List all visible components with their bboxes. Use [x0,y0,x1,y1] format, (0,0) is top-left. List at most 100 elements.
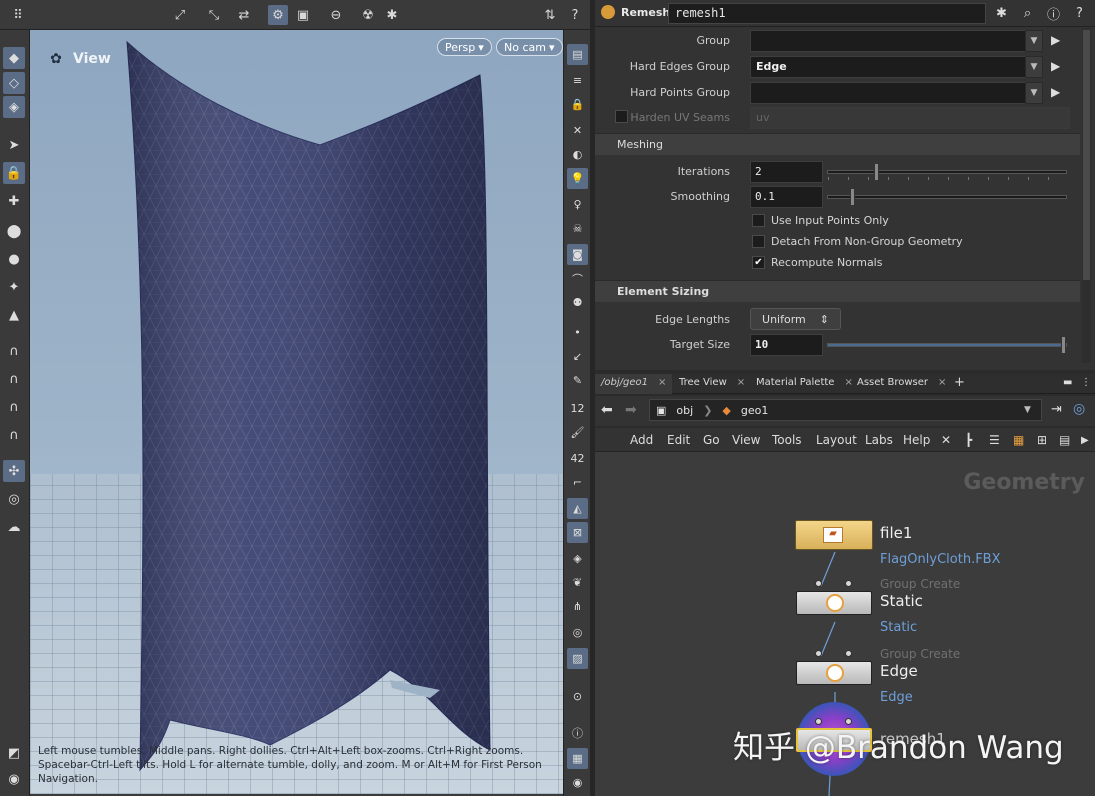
rotate-icon[interactable]: ⤢ [170,5,190,25]
select-arrow-icon[interactable]: ▶ [1051,59,1065,75]
select-arrow-icon[interactable]: ▶ [1051,85,1065,101]
rotate-tool-icon[interactable]: ● [3,248,25,270]
chevron-down-icon[interactable]: ▼ [1025,56,1043,78]
camera-menu[interactable]: No cam ▾ [496,38,563,56]
image-icon[interactable]: ▨ [567,648,588,669]
search-icon[interactable]: ⌕ [1018,4,1037,23]
hard-edges-field[interactable]: Edge [750,56,1027,78]
sort-icon[interactable]: ⇅ [540,5,560,25]
path-root[interactable]: obj [676,404,693,417]
pane-menu-icon[interactable]: ⋮ [1075,374,1095,394]
brush-icon[interactable]: ✎ [567,370,588,391]
tab-material-palette[interactable]: Material Palette × [750,374,859,394]
menu-add[interactable]: Add [630,433,653,447]
wire-icon[interactable]: ≡ [567,70,588,91]
magnet-b-icon[interactable]: ∩ [3,368,25,390]
render-tool-icon[interactable]: ☁ [3,516,25,538]
chevron-down-icon[interactable]: ▼ [1025,82,1043,104]
edge-lengths-menu[interactable]: Uniform ⇕ [750,308,841,330]
iterations-slider[interactable] [827,163,1067,181]
lock-icon[interactable]: 🔒 [567,94,588,115]
normal-icon[interactable]: ↙ [567,346,588,367]
input-port[interactable] [845,650,852,657]
corner-icon[interactable]: ⌐ [567,472,588,493]
info-icon[interactable]: ⓘ [1044,4,1063,23]
magnet-c-icon[interactable]: ∩ [3,396,25,418]
recompute-normals-checkbox[interactable]: ✔ [752,256,765,269]
link-icon[interactable]: ◎ [1073,401,1085,417]
tree-icon[interactable]: ┣ [965,433,972,447]
paint-icon[interactable]: 🖌 [567,422,588,443]
number-12-icon[interactable]: 12 [567,398,588,419]
static-node-body[interactable] [796,591,872,615]
transform-icon[interactable]: ✚ [3,190,25,212]
settings-icon[interactable]: ✱ [382,5,402,25]
iterations-slider-knob[interactable] [873,163,879,181]
palette-icon[interactable]: ▦ [1013,433,1024,447]
meshing-section[interactable]: Meshing [595,133,1080,155]
display-icon[interactable]: ☢ [358,5,378,25]
scale-icon[interactable]: ▲ [3,304,25,326]
info-icon[interactable]: ⓘ [567,722,588,743]
network-path[interactable]: ▣ obj ❯ ◆ geo1 [649,399,1042,421]
target-size-slider-knob[interactable] [1061,336,1066,354]
magnet-icon[interactable]: ∩ [3,340,25,362]
menu-tools[interactable]: Tools [772,433,802,447]
ball-icon[interactable]: ◎ [567,622,588,643]
select-icon[interactable]: ➤ [3,134,25,156]
select-faces-icon[interactable]: ◆ [3,47,25,69]
record-icon[interactable]: ⊖ [326,5,346,25]
param-scrollbar[interactable] [1082,28,1091,363]
help-icon[interactable]: ? [1070,4,1089,23]
close-x-icon[interactable]: ✕ [567,120,588,141]
3d-viewport[interactable]: ✿ View Persp ▾ No cam ▾ Left mouse tumbl… [30,30,563,794]
bulb-icon[interactable]: ♀ [567,194,588,215]
path-child[interactable]: geo1 [741,404,768,417]
smoothing-field[interactable]: 0.1 [750,186,823,208]
number-42-icon[interactable]: 42 [567,448,588,469]
close-icon[interactable]: × [737,377,745,388]
target-size-slider[interactable] [827,336,1067,354]
skull-icon[interactable]: ☠ [567,218,588,239]
hard-points-field[interactable] [750,82,1027,104]
pin-icon[interactable]: ⊙ [567,686,588,707]
detach-checkbox[interactable] [752,235,765,248]
target-size-field[interactable]: 10 [750,334,823,356]
eye-icon[interactable]: ◉ [567,772,588,793]
group-field[interactable] [750,30,1027,52]
snap-icon[interactable]: ⚙ [268,5,288,25]
branch-icon[interactable]: ⋔ [567,596,588,617]
grid-view-icon[interactable]: ⊞ [1037,433,1047,447]
light-icon[interactable]: 💡 [567,168,588,189]
node-name-field[interactable]: remesh1 [668,3,986,24]
wrench-icon[interactable]: ✕ [941,433,951,447]
move-icon[interactable]: ⬤ [3,220,25,242]
add-tab-icon[interactable]: + [948,372,971,392]
smoothing-slider-knob[interactable] [849,188,855,206]
select-arrow-icon[interactable]: ▶ [1051,33,1065,49]
select-points-icon[interactable]: ◈ [3,96,25,118]
edge-node-body[interactable] [796,661,872,685]
layout-icon[interactable]: ▦ [567,748,588,769]
chevron-down-icon[interactable]: ▼ [1025,30,1043,52]
magnet-d-icon[interactable]: ∩ [3,424,25,446]
iterations-field[interactable]: 2 [750,161,823,183]
pin-icon[interactable]: ⇥ [1051,402,1062,417]
gear-icon[interactable]: ✱ [992,4,1011,23]
list-icon[interactable]: ☰ [989,433,1000,447]
view-tool-icon[interactable]: ◎ [3,488,25,510]
grid-icon[interactable]: ⠿ [8,5,28,25]
display-options-icon[interactable]: ▤ [1059,433,1070,447]
tab-asset-browser[interactable]: Asset Browser × [851,374,952,394]
use-input-points-checkbox[interactable] [752,214,765,227]
close-icon[interactable]: × [658,377,666,388]
handle-icon[interactable]: ⤡ [204,5,224,25]
plane-icon[interactable]: ◭ [567,498,588,519]
lock-icon[interactable]: 🔒 [3,162,25,184]
pose-icon[interactable]: ✦ [3,276,25,298]
help-icon[interactable]: ? [565,5,585,25]
chevron-down-icon[interactable]: ▼ [1024,405,1031,415]
network-editor[interactable]: Geometry ▰ file1 FlagOnlyCloth.FBX Group… [595,452,1095,796]
select-edges-icon[interactable]: ◇ [3,72,25,94]
point-icon[interactable]: • [567,322,588,343]
